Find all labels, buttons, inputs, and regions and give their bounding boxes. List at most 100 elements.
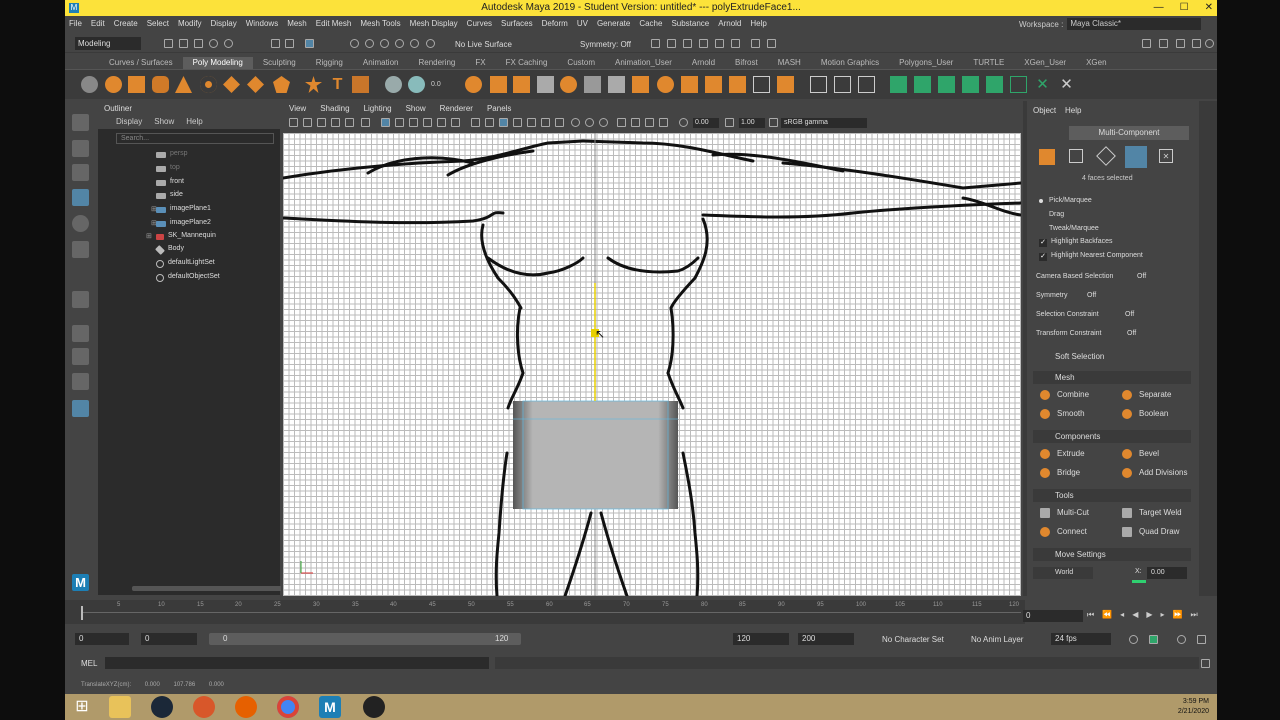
single-perspective-layout-icon[interactable] bbox=[72, 325, 89, 342]
shelf-tab-animation-user[interactable]: Animation_User bbox=[605, 57, 682, 69]
poly-cone-icon[interactable] bbox=[175, 76, 192, 93]
windows-start-icon[interactable]: ⊞ bbox=[71, 696, 93, 718]
depth-of-field-icon[interactable] bbox=[599, 118, 608, 127]
four-view-layout-icon[interactable] bbox=[72, 348, 89, 365]
edge-mode-icon[interactable] bbox=[1096, 146, 1116, 166]
gate-mask-icon[interactable] bbox=[423, 118, 432, 127]
connect-icon[interactable] bbox=[560, 76, 577, 93]
uv-cylindrical-icon[interactable] bbox=[938, 76, 955, 93]
shelf-tab-sculpting[interactable]: Sculpting bbox=[253, 57, 306, 69]
poly-cube-icon[interactable] bbox=[128, 76, 145, 93]
menu-mesh-tools[interactable]: Mesh Tools bbox=[360, 19, 400, 28]
shelf-tab-fx[interactable]: FX bbox=[465, 57, 495, 69]
pick-marquee-label[interactable]: Pick/Marquee bbox=[1049, 197, 1092, 204]
mtk-tab-help[interactable]: Help bbox=[1065, 106, 1081, 115]
tweak-marquee-label[interactable]: Tweak/Marquee bbox=[1049, 225, 1099, 232]
merge-icon[interactable] bbox=[753, 76, 770, 93]
scale-tool-icon[interactable] bbox=[72, 241, 89, 258]
separate-button[interactable]: Separate bbox=[1115, 388, 1171, 402]
workspace-dropdown[interactable]: Maya Classic* bbox=[1067, 18, 1202, 30]
poly-type-icon[interactable]: T bbox=[329, 76, 346, 93]
multi-cut-button[interactable]: Multi-Cut bbox=[1033, 506, 1089, 520]
time-slider[interactable]: 5 10 15 20 25 30 35 40 45 50 55 60 65 70… bbox=[65, 600, 1025, 624]
end-time-field[interactable]: 200 bbox=[798, 633, 854, 645]
menu-modify[interactable]: Modify bbox=[178, 19, 202, 28]
snap-projected-icon[interactable] bbox=[395, 39, 404, 48]
boolean-button[interactable]: Boolean bbox=[1115, 407, 1168, 421]
selection-constraint-value[interactable]: Off bbox=[1125, 311, 1134, 318]
selection-constraint-label[interactable]: Selection Constraint bbox=[1036, 311, 1099, 318]
start-time-field[interactable]: 0 bbox=[75, 633, 129, 645]
tool-settings-toggle-icon[interactable] bbox=[1176, 39, 1185, 48]
quad-draw-button[interactable]: Quad Draw bbox=[1115, 525, 1179, 539]
menu-windows[interactable]: Windows bbox=[246, 19, 278, 28]
uv-layout-icon[interactable] bbox=[1010, 76, 1027, 93]
system-clock[interactable]: 3:59 PM 2/21/2020 bbox=[1178, 697, 1209, 717]
textured-icon[interactable] bbox=[513, 118, 522, 127]
select-tool-icon[interactable] bbox=[72, 114, 89, 131]
transform-constraint-label[interactable]: Transform Constraint bbox=[1036, 330, 1101, 337]
extrude-button[interactable]: Extrude bbox=[1033, 447, 1085, 461]
play-forward-icon[interactable]: ▶ bbox=[1146, 610, 1152, 620]
outliner-layout-icon[interactable] bbox=[72, 400, 89, 417]
world-dropdown[interactable]: World bbox=[1033, 567, 1093, 579]
shelf-tab-animation[interactable]: Animation bbox=[353, 57, 409, 69]
viewport-menu-panels[interactable]: Panels bbox=[487, 103, 511, 115]
motion-blur-icon[interactable] bbox=[571, 118, 580, 127]
poly-cylinder-icon[interactable] bbox=[152, 76, 169, 93]
open-scene-icon[interactable] bbox=[179, 39, 188, 48]
viewport-canvas[interactable]: ↖ bbox=[283, 133, 1021, 596]
command-input[interactable] bbox=[105, 657, 489, 669]
maya-taskbar-icon[interactable]: M bbox=[319, 696, 341, 718]
film-gate-icon[interactable] bbox=[395, 118, 404, 127]
construction-history-icon[interactable] bbox=[651, 39, 660, 48]
quad-draw-icon[interactable] bbox=[705, 76, 722, 93]
uv-sew-icon[interactable]: ✕ bbox=[1058, 76, 1075, 93]
menu-mesh-display[interactable]: Mesh Display bbox=[410, 19, 458, 28]
two-view-layout-icon[interactable] bbox=[72, 373, 89, 390]
wireframe-on-shaded-icon[interactable] bbox=[499, 118, 508, 127]
last-tool-icon[interactable] bbox=[72, 291, 89, 308]
menu-mesh[interactable]: Mesh bbox=[287, 19, 307, 28]
isolate-select-icon[interactable] bbox=[617, 118, 626, 127]
uv-unfold-icon[interactable] bbox=[986, 76, 1003, 93]
outliner-item-defaultobjectset[interactable]: defaultObjectSet bbox=[168, 273, 220, 280]
go-to-start-icon[interactable]: ⏮ bbox=[1087, 610, 1094, 620]
uv-planar-icon[interactable] bbox=[890, 76, 907, 93]
transform-constraint-value[interactable]: Off bbox=[1127, 330, 1136, 337]
shelf-tab-poly-modeling[interactable]: Poly Modeling bbox=[182, 57, 253, 69]
menu-substance[interactable]: Substance bbox=[671, 19, 709, 28]
current-time-marker[interactable] bbox=[81, 606, 83, 620]
auto-key-icon[interactable] bbox=[1149, 635, 1158, 644]
shelf-tab-turtle[interactable]: TURTLE bbox=[963, 57, 1014, 69]
step-forward-key-icon[interactable]: ⏩ bbox=[1173, 610, 1183, 620]
shelf-tab-rendering[interactable]: Rendering bbox=[408, 57, 465, 69]
select-object-icon[interactable] bbox=[285, 39, 294, 48]
uv-auto-icon[interactable] bbox=[914, 76, 931, 93]
new-scene-icon[interactable] bbox=[164, 39, 173, 48]
poly-torus-icon[interactable] bbox=[200, 76, 217, 93]
shelf-tab-xgen-user[interactable]: XGen_User bbox=[1014, 57, 1076, 69]
poly-sphere-icon[interactable] bbox=[105, 76, 122, 93]
bridge-button[interactable]: Bridge bbox=[1033, 466, 1080, 480]
x-slider-indicator[interactable] bbox=[1132, 580, 1146, 583]
chrome-icon[interactable] bbox=[277, 696, 299, 718]
highlight-nearest-checkbox[interactable]: ✓ bbox=[1039, 253, 1047, 261]
animation-prefs-icon[interactable] bbox=[1197, 635, 1206, 644]
bookmark-icon[interactable] bbox=[317, 118, 326, 127]
camera-based-selection-value[interactable]: Off bbox=[1137, 273, 1146, 280]
snap-grid-icon[interactable] bbox=[350, 39, 359, 48]
maximize-icon[interactable]: ☐ bbox=[1180, 0, 1189, 16]
two-d-pan-zoom-icon[interactable] bbox=[345, 118, 354, 127]
menu-arnold[interactable]: Arnold bbox=[718, 19, 741, 28]
spin-edge-icon[interactable] bbox=[858, 76, 875, 93]
symmetry-dropdown[interactable]: Symmetry: Off bbox=[580, 40, 631, 49]
menu-display[interactable]: Display bbox=[211, 19, 237, 28]
panel-splitter[interactable] bbox=[1023, 101, 1027, 596]
target-weld-icon[interactable] bbox=[681, 76, 698, 93]
image-plane-toggle-icon[interactable] bbox=[331, 118, 340, 127]
select-component-icon[interactable] bbox=[305, 39, 314, 48]
go-to-end-icon[interactable]: ⏭ bbox=[1190, 610, 1197, 620]
combine-icon[interactable] bbox=[385, 76, 402, 93]
mtk-tab-object[interactable]: Object bbox=[1033, 106, 1056, 115]
